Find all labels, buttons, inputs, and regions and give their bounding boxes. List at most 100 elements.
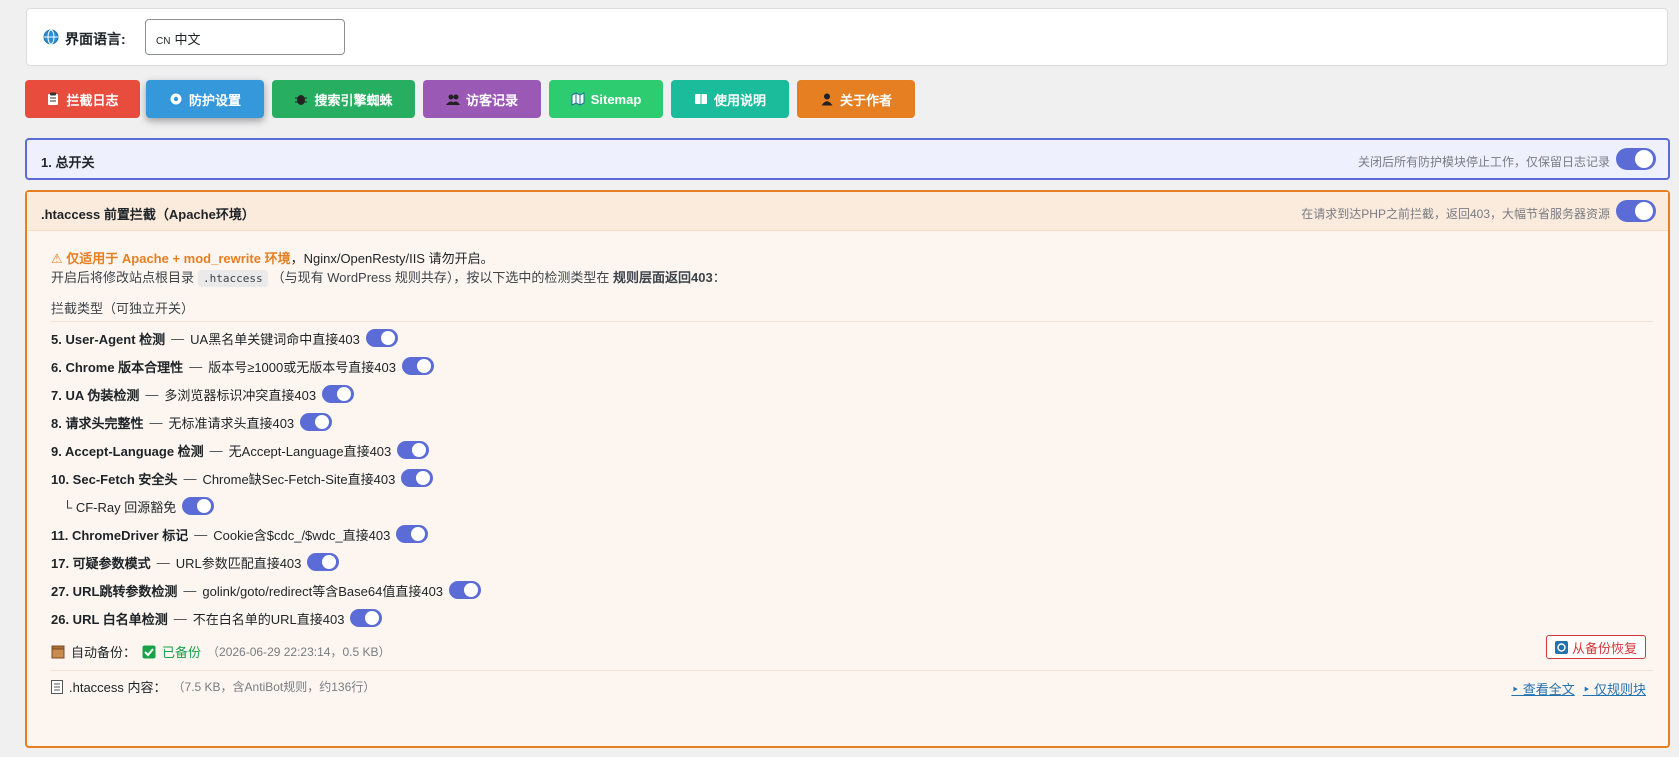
check-name: 27. URL跳转参数检测 xyxy=(51,583,178,599)
desc-end: ： xyxy=(712,270,726,285)
check-name: 10. Sec-Fetch 安全头 xyxy=(51,471,178,487)
desc-pre: 开启后将修改站点根目录 xyxy=(51,270,195,285)
tab-visitor-log[interactable]: 访客记录 xyxy=(423,80,541,118)
block-types-label: 拦截类型（可独立开关） xyxy=(51,301,195,316)
check-desc: UA黑名单关键词命中直接403 xyxy=(190,331,360,347)
check-toggle[interactable] xyxy=(365,329,398,347)
check-toggle[interactable] xyxy=(300,413,333,431)
tab-about-author[interactable]: 关于作者 xyxy=(797,80,915,118)
check-name: 26. URL 白名单检测 xyxy=(51,611,168,627)
check-toggle[interactable] xyxy=(396,525,429,543)
warning-highlight: 仅适用于 Apache + mod_rewrite 环境 xyxy=(66,251,291,266)
box-icon xyxy=(51,645,65,658)
check-toggle[interactable] xyxy=(350,609,383,627)
tab-label: 关于作者 xyxy=(839,92,892,108)
apache-warning: ⚠ 仅适用于 Apache + mod_rewrite 环境，Nginx/Ope… xyxy=(51,248,494,267)
check-separator: — xyxy=(183,582,197,598)
flag-cn-icon: CN xyxy=(156,36,171,47)
check-ua-detection: 5. User-Agent 检测 — UA黑名单关键词命中直接403 xyxy=(51,328,398,348)
divider xyxy=(51,670,1654,671)
check-toggle[interactable] xyxy=(449,581,482,599)
tab-label: 访客记录 xyxy=(465,92,518,108)
backup-label: 自动备份： xyxy=(71,645,137,660)
check-separator: — xyxy=(149,414,163,430)
tab-sitemap[interactable]: Sitemap xyxy=(549,80,663,118)
master-switch-hint: 关闭后所有防护模块停止工作，仅保留日志记录 xyxy=(1357,155,1610,169)
check-toggle[interactable] xyxy=(397,441,430,459)
backup-status: 已备份 xyxy=(162,645,202,660)
gear-icon xyxy=(170,93,182,105)
backup-meta: （2026-06-29 22:23:14，0.5 KB） xyxy=(207,645,391,659)
check-name: 17. 可疑参数模式 xyxy=(51,555,151,571)
users-icon xyxy=(445,94,460,105)
language-bar: 界面语言: CN 中文 xyxy=(26,8,1668,66)
tab-user-guide[interactable]: 使用说明 xyxy=(671,80,789,118)
check-desc: golink/goto/redirect等含Base64值直接403 xyxy=(202,583,444,599)
htaccess-code: .htaccess xyxy=(198,270,268,287)
tab-label: 使用说明 xyxy=(713,92,766,108)
check-name: └ CF-Ray 回源豁免 xyxy=(63,499,177,515)
divider xyxy=(51,321,1654,322)
check-toggle[interactable] xyxy=(401,469,434,487)
desc-mid: （与现有 WordPress 规则共存），按以下选中的检测类型在 xyxy=(271,270,610,285)
master-switch-row: 1. 总开关 关闭后所有防护模块停止工作，仅保留日志记录 xyxy=(25,138,1670,180)
tab-block-log[interactable]: 拦截日志 xyxy=(25,80,140,118)
content-label: .htaccess 内容： xyxy=(69,680,167,695)
document-icon xyxy=(51,679,63,694)
check-toggle[interactable] xyxy=(322,385,355,403)
htaccess-panel-header: .htaccess 前置拦截（Apache环境） 在请求到达PHP之前拦截，返回… xyxy=(27,192,1668,231)
check-chrome-version: 6. Chrome 版本合理性 — 版本号≥1000或无版本号直接403 xyxy=(51,356,434,376)
warning-text: ，Nginx/OpenResty/IIS 请勿开启。 xyxy=(290,251,494,266)
tab-label: 拦截日志 xyxy=(66,92,119,108)
check-desc: 多浏览器标识冲突直接403 xyxy=(164,387,317,403)
master-switch-toggle[interactable] xyxy=(1616,148,1656,170)
tab-protection-settings[interactable]: 防护设置 xyxy=(146,80,264,118)
htaccess-toggle[interactable] xyxy=(1616,200,1656,222)
content-links: ‣ 查看全文 ‣ 仅规则块 xyxy=(1511,679,1646,698)
check-accept-language: 9. Accept-Language 检测 — 无Accept-Language… xyxy=(51,440,430,460)
check-ua-spoof: 7. UA 伪装检测 — 多浏览器标识冲突直接403 xyxy=(51,384,355,404)
restore-from-backup-button[interactable]: 从备份恢复 xyxy=(1545,635,1646,659)
check-desc: URL参数匹配直接403 xyxy=(175,555,302,571)
tab-label: 防护设置 xyxy=(188,92,241,108)
view-full-link[interactable]: ‣ 查看全文 xyxy=(1511,679,1574,698)
check-separator: — xyxy=(189,358,203,374)
htaccess-description: 开启后将修改站点根目录 .htaccess （与现有 WordPress 规则共存）… xyxy=(51,267,726,287)
check-toggle[interactable] xyxy=(182,497,215,515)
globe-icon xyxy=(43,29,59,45)
check-url-redirect: 27. URL跳转参数检测 — golink/goto/redirect等含Ba… xyxy=(51,580,482,600)
check-separator: — xyxy=(171,330,185,346)
check-chromedriver: 11. ChromeDriver 标记 — Cookie含$cdc_/$wdc_… xyxy=(51,524,429,544)
auto-backup-row: 自动备份： 已备份 （2026-06-29 22:23:14，0.5 KB） xyxy=(51,642,390,661)
check-sec-fetch: 10. Sec-Fetch 安全头 — Chrome缺Sec-Fetch-Sit… xyxy=(51,468,434,488)
bug-icon xyxy=(295,95,308,105)
check-name: 11. ChromeDriver 标记 xyxy=(51,527,189,543)
language-select[interactable]: CN 中文 xyxy=(145,19,345,55)
check-header-integrity: 8. 请求头完整性 — 无标准请求头直接403 xyxy=(51,412,333,432)
desc-bold: 规则层面返回403 xyxy=(613,270,713,285)
check-desc: 版本号≥1000或无版本号直接403 xyxy=(208,359,396,375)
tab-label: 搜索引擎蜘蛛 xyxy=(314,92,393,108)
check-toggle[interactable] xyxy=(307,553,340,571)
check-toggle[interactable] xyxy=(401,357,434,375)
check-cf-ray-exempt: └ CF-Ray 回源豁免 xyxy=(63,496,215,516)
check-url-whitelist: 26. URL 白名单检测 — 不在白名单的URL直接403 xyxy=(51,608,383,628)
htaccess-panel-hint: 在请求到达PHP之前拦截，返回403，大幅节省服务器资源 xyxy=(1301,207,1610,221)
map-icon xyxy=(571,92,585,106)
content-meta: （7.5 KB，含AntiBot规则，约136行） xyxy=(172,680,376,694)
check-desc: 无标准请求头直接403 xyxy=(168,415,295,431)
check-desc: Cookie含$cdc_/$wdc_直接403 xyxy=(213,527,391,543)
check-separator: — xyxy=(145,386,159,402)
tab-search-spiders[interactable]: 搜索引擎蜘蛛 xyxy=(272,80,415,118)
user-icon xyxy=(821,93,833,106)
check-separator: — xyxy=(209,442,223,458)
check-separator: — xyxy=(156,554,170,570)
tab-label: Sitemap xyxy=(590,91,642,107)
check-suspicious-params: 17. 可疑参数模式 — URL参数匹配直接403 xyxy=(51,552,340,572)
refresh-icon xyxy=(1554,640,1568,654)
language-selected-value: 中文 xyxy=(174,32,201,47)
rules-only-link[interactable]: ‣ 仅规则块 xyxy=(1583,679,1646,698)
htaccess-panel-title: .htaccess 前置拦截（Apache环境） xyxy=(41,207,255,222)
check-name: 6. Chrome 版本合理性 xyxy=(51,359,184,375)
warning-icon: ⚠ xyxy=(51,251,63,266)
